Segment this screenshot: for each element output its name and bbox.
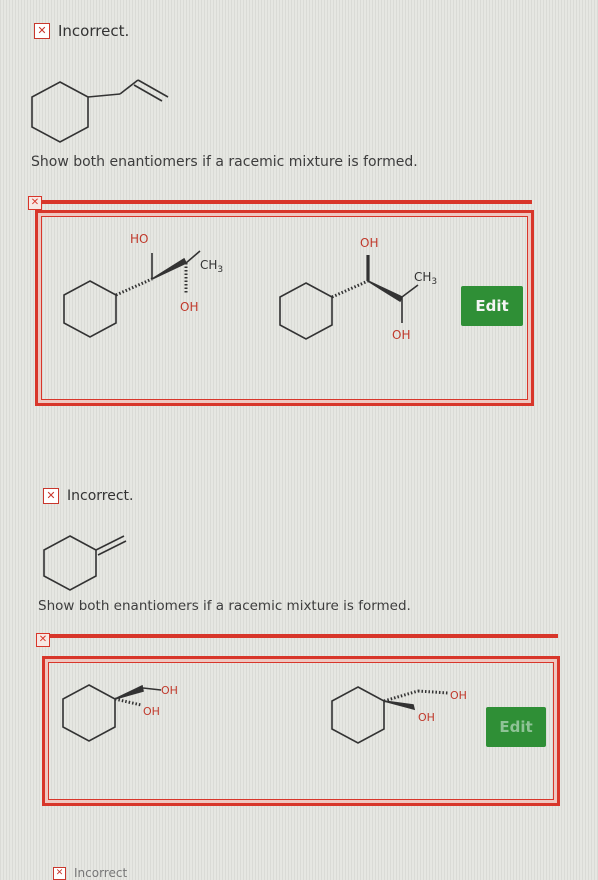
- status-incorrect-3: ✕ Incorrect: [53, 866, 127, 880]
- edit-button[interactable]: Edit: [486, 707, 546, 747]
- enantiomer-2-structure: OH OH: [331, 686, 467, 744]
- enantiomer-1-structure: OH OH: [62, 684, 178, 742]
- status-text: Incorrect.: [58, 22, 130, 40]
- label-oh-bottom: OH: [392, 328, 410, 342]
- label-ch3: CH: [414, 270, 431, 284]
- label-oh: OH: [180, 300, 198, 314]
- label-oh-1: OH: [161, 684, 178, 697]
- close-icon: ✕: [53, 866, 66, 880]
- answer-box-2[interactable]: OH OH OH OH Edit: [42, 656, 560, 806]
- close-icon[interactable]: ✕: [28, 196, 42, 210]
- close-icon[interactable]: ✕: [36, 633, 50, 647]
- status-text: Incorrect.: [67, 488, 134, 504]
- label-oh-top: OH: [360, 236, 378, 250]
- status-text: Incorrect: [74, 866, 128, 880]
- label-oh-2: OH: [143, 705, 160, 718]
- answer-box-1[interactable]: HO CH3 OH OH CH3 OH Edit: [35, 210, 534, 406]
- answer-box-top-bar: [42, 200, 532, 204]
- label-ch3-sub: 3: [217, 265, 223, 275]
- enantiomer-1-structure: HO CH3 OH: [63, 232, 223, 338]
- status-incorrect-1: ✕ Incorrect.: [34, 22, 129, 40]
- label-ch3-sub: 3: [431, 277, 437, 287]
- svg-text:CH3: CH3: [200, 258, 223, 275]
- answer-box-top-bar: [50, 634, 558, 638]
- label-oh-1: OH: [450, 689, 467, 702]
- label-ho: HO: [130, 232, 148, 246]
- label-oh-2: OH: [418, 711, 435, 724]
- edit-button[interactable]: Edit: [461, 286, 523, 326]
- reactant-structure-2: [43, 535, 127, 591]
- question-prompt-2: Show both enantiomers if a racemic mixtu…: [38, 598, 411, 614]
- question-prompt-1: Show both enantiomers if a racemic mixtu…: [31, 154, 418, 170]
- close-icon: ✕: [34, 23, 50, 39]
- label-ch3: CH: [200, 258, 217, 272]
- status-incorrect-2: ✕ Incorrect.: [43, 488, 133, 504]
- close-icon: ✕: [43, 488, 59, 504]
- reactant-structure-1: [31, 79, 169, 143]
- enantiomer-2-structure: OH CH3 OH: [279, 236, 437, 342]
